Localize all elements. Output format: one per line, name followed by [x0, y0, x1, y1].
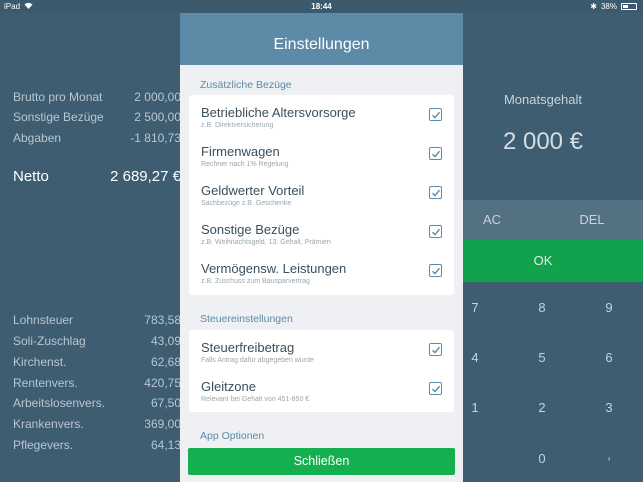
section-title: Zusätzliche Bezüge: [200, 79, 292, 91]
checkmark-icon: [432, 150, 441, 158]
setting-hint: Falls Antrag dafür abgegeben wurde: [201, 357, 314, 364]
section-title: Steuereinstellungen: [200, 313, 293, 325]
summary-row: Sonstige Bezüge 2 500,00: [13, 110, 181, 124]
setting-hint: z.B. Weihnachtsgeld, 13. Gehalt, Prämien: [201, 239, 331, 246]
deduction-row: Kirchenst. 62,68: [13, 355, 181, 369]
netto-value: 2 689,27 €: [110, 168, 181, 185]
row-value: 67,50: [150, 396, 181, 410]
key-2[interactable]: 2: [512, 400, 572, 415]
row-value: 64,13: [150, 438, 181, 452]
row-value: 43,09: [150, 334, 181, 348]
modal-header: Einstellungen: [180, 13, 463, 65]
setting-hint: Relevant bei Gehalt von 451-850 €: [201, 396, 310, 403]
checkbox[interactable]: [429, 264, 442, 277]
setting-item[interactable]: Vermögensw. Leistungen z.B. Zuschuss zum…: [201, 261, 454, 285]
checkmark-icon: [432, 111, 441, 119]
salary-label: Monatsgehalt: [503, 92, 583, 107]
deduction-row: Soli-Zuschlag 43,09: [13, 334, 181, 348]
bluetooth-icon: ✱: [590, 2, 597, 11]
deduction-row: Krankenvers. 369,00: [13, 417, 181, 431]
row-value: 2 000,00: [134, 90, 181, 104]
settings-modal: Einstellungen Zusätzliche Bezüge Betrieb…: [180, 13, 463, 482]
delete-button[interactable]: DEL: [562, 212, 622, 227]
row-label: Brutto pro Monat: [13, 90, 103, 104]
checkbox[interactable]: [429, 343, 442, 356]
key-6[interactable]: 6: [579, 350, 639, 365]
setting-hint: z.B. Direktversicherung: [201, 122, 274, 129]
row-label: Kirchenst.: [13, 355, 67, 369]
row-label: Soli-Zuschlag: [13, 334, 86, 348]
status-bar: iPad 18:44 ✱ 38%: [0, 0, 643, 13]
checkmark-icon: [432, 189, 441, 197]
key-0[interactable]: 0: [512, 451, 572, 466]
settings-group: Betriebliche Altersvorsorge z.B. Direktv…: [189, 95, 454, 295]
setting-label: Betriebliche Altersvorsorge: [201, 105, 356, 120]
setting-item[interactable]: Sonstige Bezüge z.B. Weihnachtsgeld, 13.…: [201, 222, 454, 246]
checkbox[interactable]: [429, 147, 442, 160]
close-button[interactable]: Schließen: [188, 448, 455, 475]
salary-value: 2 000 €: [502, 128, 584, 155]
netto-row: Netto 2 689,27 €: [13, 168, 181, 185]
checkbox[interactable]: [429, 186, 442, 199]
row-label: Arbeitslosenvers.: [13, 396, 106, 410]
setting-item[interactable]: Betriebliche Altersvorsorge z.B. Direktv…: [201, 105, 454, 129]
row-label: Rentenvers.: [13, 376, 78, 390]
modal-title: Einstellungen: [273, 36, 370, 53]
battery-icon: [621, 3, 637, 10]
netto-label: Netto: [13, 168, 49, 185]
row-value: 420,75: [144, 376, 181, 390]
setting-label: Firmenwagen: [201, 144, 280, 159]
setting-label: Gleitzone: [201, 379, 256, 394]
deduction-row: Lohnsteuer 783,58: [13, 313, 181, 327]
row-value: 783,58: [144, 313, 181, 327]
key-5[interactable]: 5: [512, 350, 572, 365]
key-8[interactable]: 8: [512, 300, 572, 315]
setting-hint: Rechner nach 1% Regelung: [201, 161, 289, 168]
ok-label: OK: [533, 253, 553, 268]
ok-button[interactable]: OK: [463, 239, 643, 282]
summary-row: Brutto pro Monat 2 000,00: [13, 90, 181, 104]
row-value: -1 810,73: [130, 131, 181, 145]
row-label: Krankenvers.: [13, 417, 84, 431]
setting-label: Vermögensw. Leistungen: [201, 261, 347, 276]
row-value: 62,68: [150, 355, 181, 369]
row-value: 369,00: [144, 417, 181, 431]
checkmark-icon: [432, 267, 441, 275]
row-label: Sonstige Bezüge: [13, 110, 104, 124]
setting-hint: Sachbezüge z.B. Geschenke: [201, 200, 292, 207]
checkmark-icon: [432, 228, 441, 236]
deduction-row: Rentenvers. 420,75: [13, 376, 181, 390]
setting-item[interactable]: Geldwerter Vorteil Sachbezüge z.B. Gesch…: [201, 183, 454, 207]
setting-label: Steuerfreibetrag: [201, 340, 295, 355]
deduction-row: Arbeitslosenvers. 67,50: [13, 396, 181, 410]
checkbox[interactable]: [429, 225, 442, 238]
clock: 18:44: [311, 2, 332, 11]
key-3[interactable]: 3: [579, 400, 639, 415]
row-label: Abgaben: [13, 131, 62, 145]
key-9[interactable]: 9: [579, 300, 639, 315]
settings-group: Steuerfreibetrag Falls Antrag dafür abge…: [189, 330, 454, 412]
setting-item[interactable]: Firmenwagen Rechner nach 1% Regelung: [201, 144, 454, 168]
key-comma[interactable]: ,: [579, 447, 639, 462]
summary-panel: [0, 13, 190, 482]
row-label: Pflegevers.: [13, 438, 74, 452]
ac-button[interactable]: AC: [462, 212, 522, 227]
setting-label: Geldwerter Vorteil: [201, 183, 305, 198]
setting-item[interactable]: Steuerfreibetrag Falls Antrag dafür abge…: [201, 340, 454, 364]
checkbox[interactable]: [429, 382, 442, 395]
checkmark-icon: [432, 385, 441, 393]
row-value: 2 500,00: [134, 110, 181, 124]
checkbox[interactable]: [429, 108, 442, 121]
row-label: Lohnsteuer: [13, 313, 74, 327]
deduction-row: Pflegevers. 64,13: [13, 438, 181, 452]
setting-item[interactable]: Gleitzone Relevant bei Gehalt von 451-85…: [201, 379, 454, 403]
setting-hint: z.B. Zuschuss zum Bausparvertrag: [201, 278, 310, 285]
setting-label: Sonstige Bezüge: [201, 222, 300, 237]
checkmark-icon: [432, 346, 441, 354]
battery-percent: 38%: [600, 2, 617, 11]
summary-row: Abgaben -1 810,73: [13, 131, 181, 145]
